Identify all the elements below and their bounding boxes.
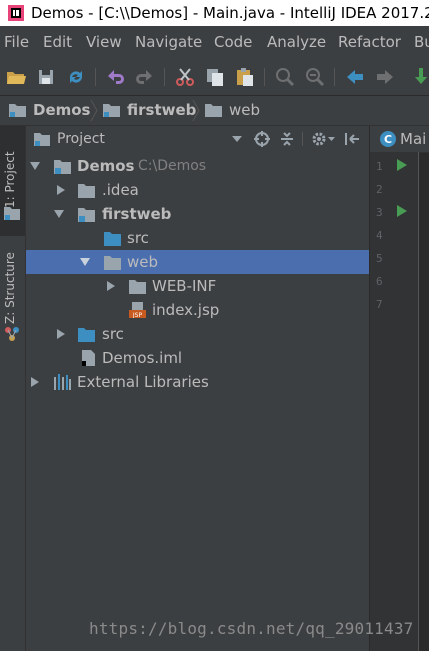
tree-item-index-jsp[interactable]: JSP index.jsp (26, 298, 369, 322)
menu-view[interactable]: View (86, 26, 122, 59)
download-arrow-icon[interactable] (410, 66, 429, 88)
expanded-arrow-icon[interactable] (30, 161, 40, 171)
menu-navigate[interactable]: Navigate (135, 26, 202, 59)
collapsed-arrow-icon[interactable] (106, 281, 116, 291)
find-icon[interactable] (274, 66, 296, 88)
forward-arrow-icon[interactable] (374, 66, 396, 88)
locate-target-icon[interactable] (254, 131, 270, 147)
structure-icon (5, 327, 19, 341)
web-folder-icon (104, 256, 121, 270)
toolbar-separator (164, 68, 165, 86)
hide-panel-icon[interactable] (344, 131, 360, 147)
breadcrumb: Demos firstweb web (0, 96, 429, 126)
project-view-icon (34, 133, 50, 146)
window-title: Demos - [C:\\Demos] - Main.java - Intell… (31, 4, 429, 22)
line-number: 6 (376, 275, 383, 288)
undo-icon[interactable] (104, 66, 126, 88)
svg-text:C: C (384, 133, 392, 146)
tree-item-demos[interactable]: Demos C:\Demos (26, 154, 369, 178)
header-separator (302, 132, 303, 146)
menu-refactor[interactable]: Refactor (338, 26, 401, 59)
redo-icon[interactable] (134, 66, 156, 88)
module-folder-icon (9, 104, 26, 117)
libraries-icon (54, 374, 71, 390)
run-gutter-icon[interactable] (397, 205, 407, 217)
line-number: 3 (376, 206, 383, 219)
window-title-bar: Demos - [C:\\Demos] - Main.java - Intell… (0, 0, 429, 26)
source-folder-icon (104, 232, 121, 246)
line-number: 1 (376, 160, 383, 173)
breadcrumb-separator-icon (90, 100, 98, 121)
toolbar-separator (334, 68, 335, 86)
gear-icon[interactable] (311, 131, 327, 147)
project-view-selector[interactable]: Project (57, 126, 105, 152)
cut-icon[interactable] (174, 66, 196, 88)
editor-tab-main[interactable]: C Mai (370, 126, 429, 153)
menu-analyze[interactable]: Analyze (267, 26, 326, 59)
source-folder-icon (78, 328, 95, 342)
svg-text:JSP: JSP (132, 312, 143, 318)
line-number: 4 (376, 229, 383, 242)
watermark-text: https://blog.csdn.net/qq_29011437 (89, 619, 414, 638)
web-folder-icon (205, 104, 222, 117)
tab-project[interactable]: 1: Project (0, 126, 25, 236)
run-gutter-icon[interactable] (397, 159, 407, 171)
editor-gutter: 1 2 3 4 5 6 7 (370, 152, 419, 651)
expanded-arrow-icon[interactable] (54, 209, 64, 219)
save-icon[interactable] (35, 66, 57, 88)
collapsed-arrow-icon[interactable] (56, 329, 66, 339)
tree-item-idea[interactable]: .idea (26, 178, 369, 202)
project-panel-header: Project (26, 126, 369, 153)
gear-dropdown-icon[interactable] (328, 137, 335, 142)
tree-item-src[interactable]: src (26, 226, 369, 250)
back-arrow-icon[interactable] (344, 66, 366, 88)
tree-item-src-root[interactable]: src (26, 322, 369, 346)
toolbar-separator (264, 68, 265, 86)
menu-bar: File Edit View Navigate Code Analyze Ref… (0, 26, 429, 59)
project-folder-icon (4, 207, 20, 220)
folder-icon (78, 184, 95, 198)
editor-area: C Mai 1 2 3 4 5 6 7 (370, 126, 429, 651)
left-tool-strip: 1: Project Z: Structure (0, 126, 26, 651)
tree-item-firstweb[interactable]: firstweb (26, 202, 369, 226)
tree-item-external-libraries[interactable]: External Libraries (26, 370, 369, 394)
tree-item-demos-iml[interactable]: Demos.iml (26, 346, 369, 370)
toolbar-separator (95, 68, 96, 86)
collapsed-arrow-icon[interactable] (30, 377, 40, 387)
module-folder-icon (78, 208, 95, 222)
line-number: 5 (376, 252, 383, 265)
paste-icon[interactable] (234, 66, 256, 88)
main-toolbar (0, 59, 429, 96)
intellij-app-icon (8, 5, 24, 21)
line-number: 2 (376, 183, 383, 196)
java-class-icon: C (380, 131, 396, 147)
line-number: 7 (376, 298, 383, 311)
folder-icon (129, 280, 146, 294)
tree-item-web-inf[interactable]: WEB-INF (26, 274, 369, 298)
chevron-down-icon[interactable] (232, 136, 242, 144)
replace-icon[interactable] (304, 66, 326, 88)
expanded-arrow-icon[interactable] (80, 257, 90, 267)
menu-file[interactable]: File (4, 26, 29, 59)
menu-edit[interactable]: Edit (43, 26, 72, 59)
iml-file-icon (82, 350, 95, 366)
sync-icon[interactable] (65, 66, 87, 88)
module-folder-icon (103, 104, 120, 117)
menu-code[interactable]: Code (214, 26, 252, 59)
tree-item-web[interactable]: web (26, 250, 369, 274)
collapsed-arrow-icon[interactable] (56, 185, 66, 195)
open-folder-icon[interactable] (5, 66, 27, 88)
menu-build[interactable]: Bu (414, 26, 429, 59)
copy-icon[interactable] (204, 66, 226, 88)
project-tree: Demos C:\Demos .idea firstweb src web WE… (26, 152, 369, 651)
jsp-file-icon: JSP (129, 302, 146, 318)
module-folder-icon (54, 160, 71, 174)
collapse-all-icon[interactable] (279, 131, 295, 147)
breadcrumb-separator-icon (192, 100, 200, 121)
tab-structure[interactable]: Z: Structure (0, 244, 25, 354)
